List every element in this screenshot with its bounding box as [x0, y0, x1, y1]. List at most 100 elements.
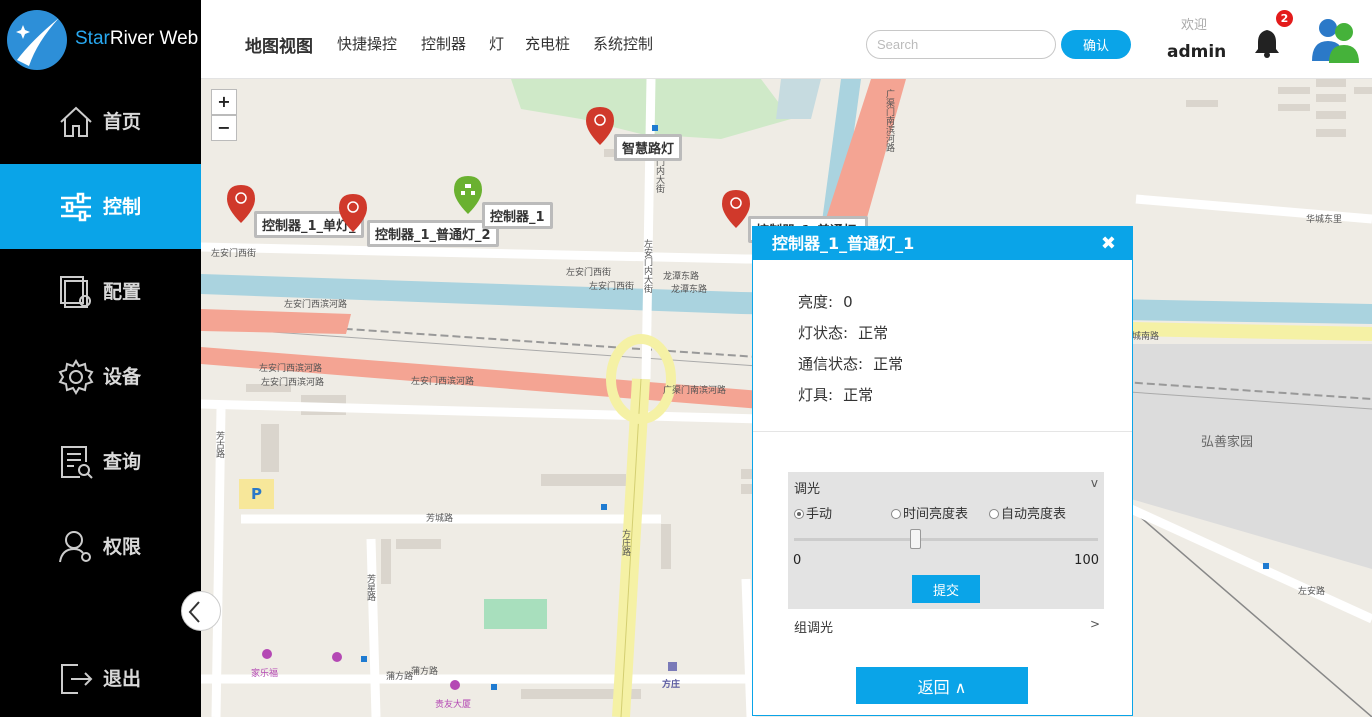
notification-badge: 2 — [1276, 10, 1293, 27]
gear-icon — [58, 359, 94, 395]
map-label: 方庄路 — [620, 529, 630, 556]
info-fixture: 灯具: 正常 — [798, 386, 874, 404]
tab-map-view[interactable]: 地图视图 — [245, 32, 313, 57]
lamp-marker-icon[interactable] — [585, 106, 615, 146]
map-label: 城南路 — [1132, 332, 1160, 342]
sliders-icon — [61, 192, 91, 222]
sidebar: StarRiver Web 首页 控制 配置 设备 查询 权限 退出 — [0, 0, 201, 717]
slider-min: 0 — [793, 553, 802, 568]
logo-icon — [7, 10, 67, 70]
map-label: 家乐福 — [251, 669, 279, 679]
top-bar: 地图视图 快捷操控 控制器 灯 充电桩 系统控制 确认 欢迎 admin 2 — [201, 0, 1372, 79]
sidebar-item-label: 查询 — [103, 451, 142, 473]
map-label: 左安门西滨河路 — [259, 364, 323, 374]
user-permission-icon — [59, 531, 91, 563]
lamp-detail-popup: 控制器_1_普通灯_1 ✖ 亮度: 0 灯状态: 正常 通信状态: 正常 灯具: 正常 … — [752, 226, 1133, 716]
bell-icon[interactable] — [1254, 28, 1280, 58]
map-label: 左安门内大街 — [642, 239, 652, 293]
confirm-button[interactable]: 确认 — [1061, 30, 1131, 59]
close-icon[interactable]: ✖ — [1101, 233, 1116, 254]
brightness-slider-track[interactable] — [794, 538, 1098, 541]
username: admin — [1167, 42, 1227, 62]
app-name: StarRiver Web — [75, 28, 199, 49]
lamp-marker-icon[interactable] — [721, 189, 751, 229]
config-icon — [60, 276, 91, 308]
home-icon — [60, 106, 92, 137]
sidebar-item-control[interactable]: 控制 — [0, 164, 201, 249]
info-lamp-status: 灯状态: 正常 — [798, 324, 889, 342]
logout-label: 退出 — [103, 668, 142, 690]
map-label: 龙潭东路 — [671, 285, 708, 295]
sidebar-item-device[interactable]: 设备 — [0, 334, 201, 419]
slider-max: 100 — [1074, 553, 1099, 568]
radio-dot — [794, 509, 804, 519]
map-label: 华城东里 — [1306, 215, 1343, 225]
map-label: 龙潭东路 — [663, 272, 700, 282]
map-label: 广渠门南滨河路 — [663, 386, 727, 396]
map-label: 左安门西街 — [589, 282, 635, 292]
sidebar-item-label: 首页 — [103, 111, 142, 133]
map-label: 广渠门南滨河路 — [884, 89, 894, 152]
dimming-panel: 调光 v 手动 时间亮度表 自动亮度表 0 100 提交 — [788, 472, 1104, 609]
map-label: 左安路 — [1298, 587, 1326, 597]
search-input[interactable] — [866, 30, 1056, 59]
info-comm-status: 通信状态: 正常 — [798, 355, 904, 373]
zoom-out-button[interactable]: − — [211, 115, 237, 141]
chevron-right-icon[interactable]: > — [1090, 617, 1100, 631]
map-label: 蒲方路 — [411, 667, 439, 677]
radio-manual[interactable]: 手动 — [794, 503, 832, 522]
sidebar-item-label: 设备 — [103, 366, 142, 388]
logout-button[interactable]: 退出 — [0, 636, 201, 717]
chevron-left-icon — [188, 601, 200, 623]
parking-icon: P — [251, 485, 262, 503]
map-label: 芳城路 — [426, 514, 454, 524]
map-label: 蒲方路 — [386, 672, 414, 682]
lamp-marker-icon[interactable] — [338, 193, 368, 233]
chevron-down-icon[interactable]: v — [1091, 476, 1098, 490]
radio-auto-table[interactable]: 自动亮度表 — [989, 503, 1066, 522]
map-label: 左安门西滨河路 — [284, 300, 348, 310]
map-label: 左安门西滨河路 — [411, 377, 475, 387]
controller-marker-icon[interactable] — [453, 175, 483, 215]
group-dimming[interactable]: 组调光 — [794, 617, 833, 636]
marker-label[interactable]: 控制器_1 — [482, 202, 553, 229]
avatar[interactable] — [1309, 15, 1359, 65]
lamp-marker-icon[interactable] — [226, 184, 256, 224]
sidebar-item-config[interactable]: 配置 — [0, 249, 201, 334]
radio-time-table[interactable]: 时间亮度表 — [891, 503, 968, 522]
dimming-title[interactable]: 调光 — [794, 478, 820, 497]
collapse-sidebar-button[interactable] — [181, 591, 221, 631]
submit-button[interactable]: 提交 — [912, 575, 980, 603]
map-label: 芳星路 — [365, 574, 375, 601]
tab-quick-control[interactable]: 快捷操控 — [337, 33, 397, 54]
tab-lamp[interactable]: 灯 — [489, 33, 504, 54]
sidebar-item-permission[interactable]: 权限 — [0, 504, 201, 589]
sidebar-item-label: 控制 — [103, 196, 142, 218]
query-icon — [61, 446, 93, 479]
brightness-slider-handle[interactable] — [910, 529, 922, 549]
map-label: 左安门西滨河路 — [261, 378, 325, 388]
back-button[interactable]: 返回 ∧ — [856, 667, 1028, 704]
map-label: 左安门西街 — [566, 268, 612, 278]
sidebar-item-home[interactable]: 首页 — [0, 79, 201, 164]
logo: StarRiver Web — [0, 0, 201, 79]
map-label: 方庄 — [662, 680, 681, 690]
radio-dot — [891, 509, 901, 519]
zoom-in-button[interactable]: + — [211, 89, 237, 115]
tab-charging-pile[interactable]: 充电桩 — [525, 33, 570, 54]
welcome-text: 欢迎 — [1181, 18, 1208, 33]
sidebar-item-query[interactable]: 查询 — [0, 419, 201, 504]
logout-icon — [61, 664, 93, 694]
marker-label[interactable]: 控制器_1_普通灯_2 — [367, 220, 499, 247]
map-label: 弘善家园 — [1201, 435, 1254, 450]
marker-label[interactable]: 智慧路灯 — [614, 134, 683, 161]
popup-title: 控制器_1_普通灯_1 — [753, 227, 1132, 260]
tab-controller[interactable]: 控制器 — [421, 33, 466, 54]
tab-system-control[interactable]: 系统控制 — [593, 33, 653, 54]
divider — [753, 431, 1132, 432]
radio-dot — [989, 509, 999, 519]
map-label: 贵友大厦 — [435, 700, 472, 710]
sidebar-item-label: 配置 — [103, 281, 142, 303]
info-brightness: 亮度: 0 — [798, 293, 853, 311]
map-label: 左安门西街 — [211, 249, 257, 259]
